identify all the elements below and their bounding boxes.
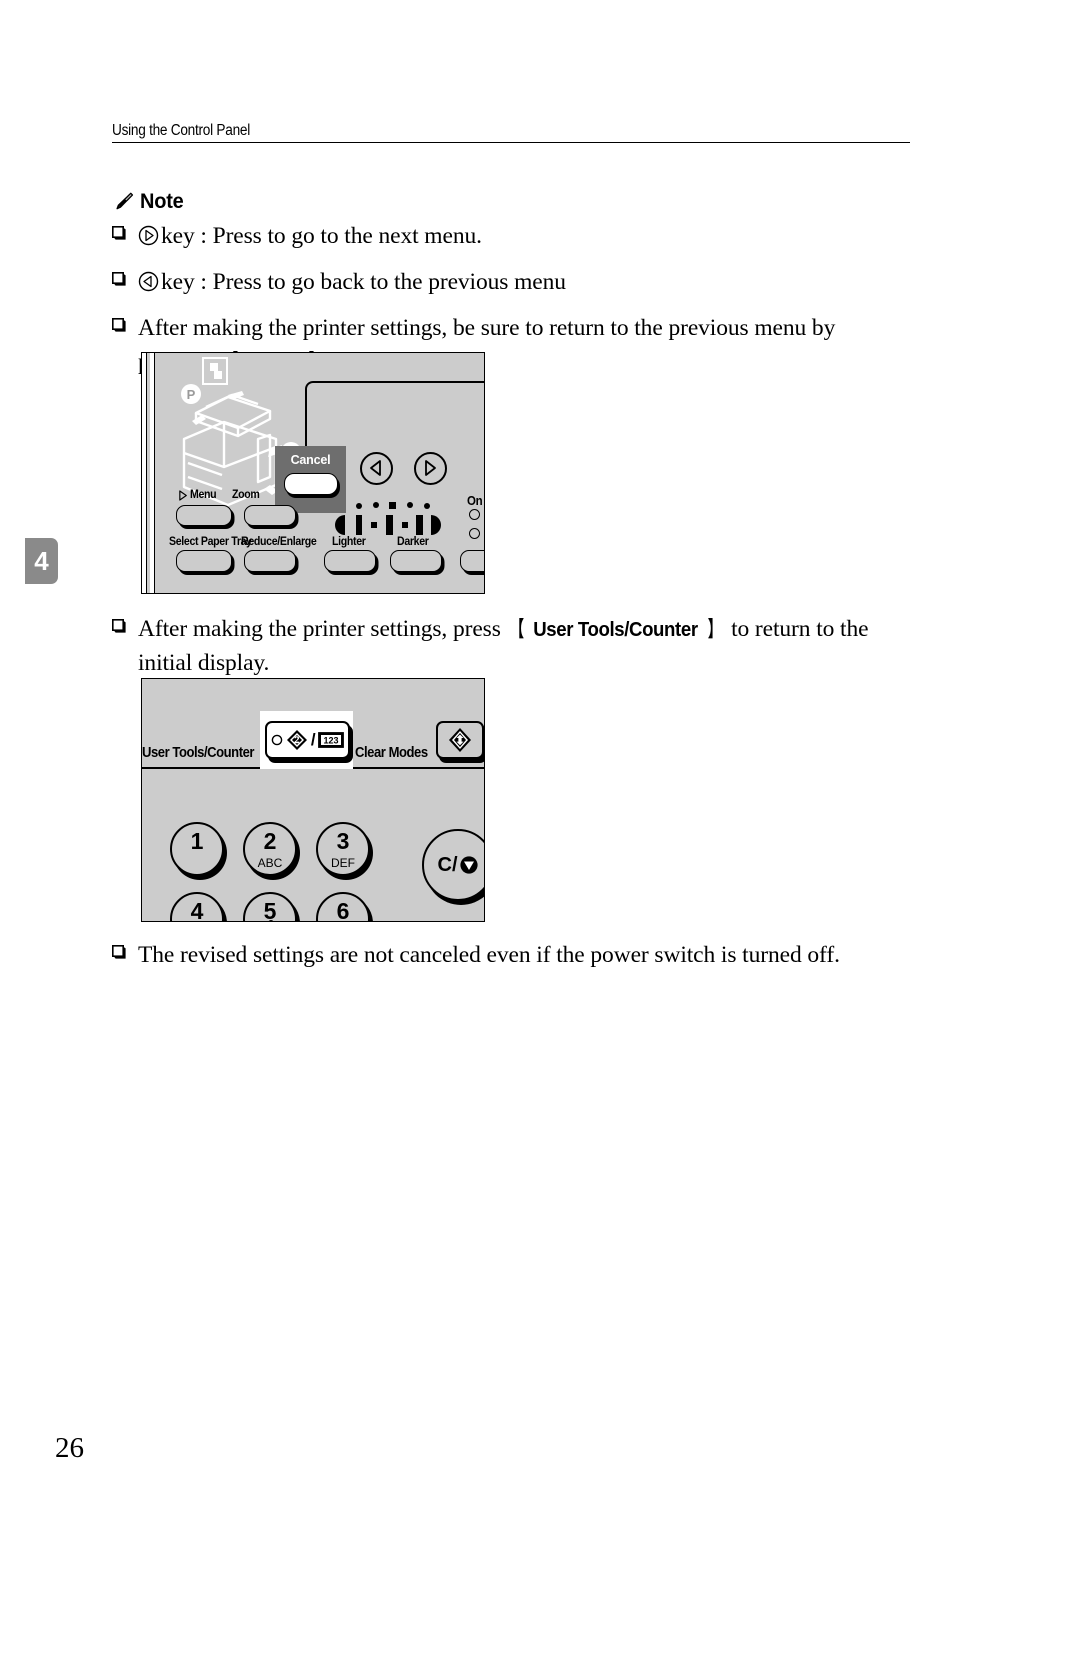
keypad-dot-icon xyxy=(268,920,274,921)
circled-right-triangle-icon xyxy=(138,222,159,256)
next-menu-button[interactable] xyxy=(414,452,447,485)
stop-circle-icon xyxy=(459,855,479,875)
list-item-text: key : Press to go back to the previous m… xyxy=(138,265,566,302)
document-page: Using the Control Panel 4 Note key: Pre… xyxy=(0,0,1080,1669)
keypad-digit: 3 xyxy=(336,828,350,854)
keypad-key-3[interactable]: 3 DEF xyxy=(316,822,370,876)
panel-bottom-button-5[interactable] xyxy=(460,550,484,572)
clear-modes-button[interactable] xyxy=(436,721,484,759)
circled-left-triangle-icon xyxy=(138,268,159,302)
select-paper-tray-button[interactable] xyxy=(176,505,232,526)
control-panel-cancel-figure: P A Y Cancel Menu xyxy=(141,352,485,594)
header-rule xyxy=(112,142,910,144)
lighter-button[interactable] xyxy=(324,550,376,572)
clear-stop-button[interactable]: C/ xyxy=(422,829,484,901)
indicator-lamp-2 xyxy=(469,528,480,539)
square-bullet-icon xyxy=(112,938,138,960)
user-tools-counter-key-label: User Tools/Counter xyxy=(533,619,699,641)
reduce-enlarge-label: Reduce/Enlarge xyxy=(241,536,317,548)
darker-label: Darker xyxy=(397,536,429,548)
list-item: After making the printer settings, press… xyxy=(112,612,912,680)
keypad-digit: 5 xyxy=(263,898,277,922)
lighter-label: Lighter xyxy=(332,536,366,548)
list-item: key : Press to go to the next menu. xyxy=(112,219,912,256)
chapter-number: 4 xyxy=(34,545,49,576)
bracket-open: 【 xyxy=(510,618,524,641)
menu-label-group: Menu xyxy=(178,489,217,501)
list-item-5-text: The revised settings are not canceled ev… xyxy=(138,942,840,968)
list-item-4-text-before: After making the printer settings, press xyxy=(138,616,501,642)
chapter-tab: 4 xyxy=(25,538,58,584)
square-bullet-icon xyxy=(112,311,138,333)
keypad-digit: 2 xyxy=(263,828,277,854)
list-item-2-text: key : Press to go back to the previous m… xyxy=(161,269,566,296)
reduce-enlarge-button[interactable] xyxy=(244,505,296,526)
square-bullet-icon xyxy=(112,219,138,241)
indicator-lamp-1 xyxy=(469,509,480,520)
pencil-icon xyxy=(112,191,134,213)
list-item-1-text: key : Press to go to the next menu. xyxy=(161,223,482,249)
square-bullet-icon xyxy=(112,612,138,634)
icon-separator: / xyxy=(310,730,316,749)
menu-triangle-icon xyxy=(179,489,187,501)
bracket-close: 】 xyxy=(708,618,722,641)
keypad-digit: 6 xyxy=(336,898,350,922)
panel-rail-inner xyxy=(150,353,155,593)
darker-button[interactable] xyxy=(390,550,442,572)
list-item-text: key : Press to go to the next menu. xyxy=(138,219,482,256)
zoom-label: Zoom xyxy=(232,489,260,501)
keypad-key-2[interactable]: 2 ABC xyxy=(243,822,297,876)
note-bullet-list-final: The revised settings are not canceled ev… xyxy=(112,938,912,981)
clear-key-label: C/ xyxy=(437,853,458,876)
note-label: Note xyxy=(140,190,184,213)
list-item-text: After making the printer settings, press… xyxy=(138,612,912,680)
control-panel-user-tools-figure: User Tools/Counter / 123 Clear Modes 1 2… xyxy=(141,678,485,922)
right-edge-label: On xyxy=(467,494,483,508)
list-item: The revised settings are not canceled ev… xyxy=(112,938,912,972)
keypad-key-1[interactable]: 1 xyxy=(170,822,224,876)
cancel-button[interactable] xyxy=(284,473,338,495)
square-bullet-icon xyxy=(112,265,138,287)
indicator-lamp-icon xyxy=(271,734,283,746)
keypad-key-6[interactable]: 6 MNO xyxy=(316,892,370,922)
list-item: key : Press to go back to the previous m… xyxy=(112,265,912,302)
select-paper-tray-label: Select Paper Tray xyxy=(169,536,252,548)
previous-menu-button[interactable] xyxy=(360,452,393,485)
panel-rail-left xyxy=(142,353,147,593)
keypad-key-4[interactable]: 4 GHI xyxy=(170,892,224,922)
page-number: 26 xyxy=(55,1432,84,1464)
svg-text:123: 123 xyxy=(324,736,339,746)
keypad-digit: 4 xyxy=(190,898,204,922)
keypad-key-5[interactable]: 5 JKL xyxy=(243,892,297,922)
note-heading: Note xyxy=(112,190,186,214)
panel-bottom-button-2[interactable] xyxy=(244,550,296,572)
cancel-key-caption: Cancel xyxy=(290,453,331,467)
running-header: Using the Control Panel xyxy=(112,122,910,144)
user-tools-counter-label: User Tools/Counter xyxy=(142,745,255,761)
keypad-letters: DEF xyxy=(331,856,355,870)
panel-display-window xyxy=(305,381,484,453)
keypad-digit: 1 xyxy=(190,828,204,854)
user-tools-counter-button[interactable]: / 123 xyxy=(265,721,350,759)
clear-modes-icon xyxy=(449,728,471,752)
keypad-letters: ABC xyxy=(257,856,283,870)
callout-p: P xyxy=(187,387,196,402)
diamond-tools-icon xyxy=(286,729,308,751)
menu-label: Menu xyxy=(189,489,217,501)
panel-bottom-button-1[interactable] xyxy=(176,550,232,572)
clear-modes-label: Clear Modes xyxy=(355,745,428,761)
running-header-title: Using the Control Panel xyxy=(112,122,250,139)
counter-123-icon: 123 xyxy=(318,732,345,748)
density-indicator-icon xyxy=(335,502,441,535)
